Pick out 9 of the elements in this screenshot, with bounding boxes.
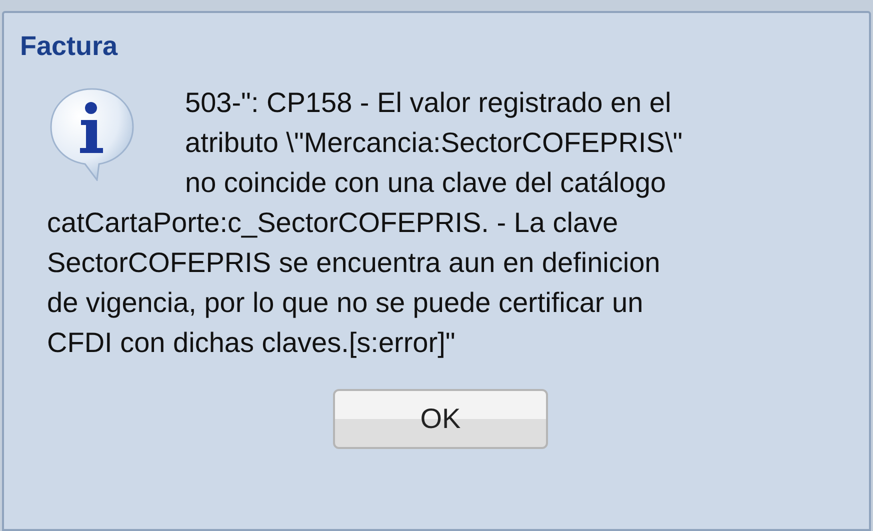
message-line: CFDI con dichas claves.[s:error]" xyxy=(47,326,456,360)
message-line: no coincide con una clave del catálogo xyxy=(185,166,668,200)
dialog-title: Factura xyxy=(20,31,118,61)
message-line: catCartaPorte:c_SectorCOFEPRIS. - La clave xyxy=(47,206,620,240)
ok-button[interactable]: OK xyxy=(333,389,548,449)
message-line: de vigencia, por lo que no se puede certificar un xyxy=(47,286,644,320)
message-line: 503-": CP158 - El valor registrado en el xyxy=(185,86,672,120)
message-line: SectorCOFEPRIS se encuentra aun en definicion xyxy=(47,246,662,280)
message-line: atributo \"Mercancia:SectorCOFEPRIS\" xyxy=(185,126,683,160)
